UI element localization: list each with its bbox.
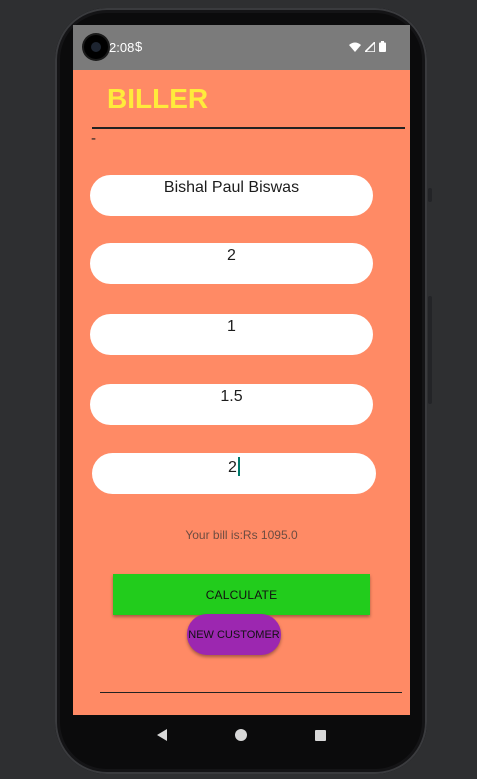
status-bar: 2:08 $ [73,25,410,70]
input-field-3[interactable]: 1 [90,314,373,355]
status-time: 2:08 [109,40,135,55]
input-field-2-value: 2 [227,247,236,264]
app-title: BILLER [107,83,209,114]
new-customer-button[interactable]: NEW CUSTOMER [187,614,281,655]
text-cursor [237,457,240,476]
input-field-5[interactable]: 2 [92,453,376,494]
signal-icon [365,41,375,52]
bottom-divider [100,692,402,693]
back-icon[interactable] [157,729,167,741]
input-field-3-value: 1 [227,318,236,335]
input-field-4[interactable]: 1.5 [90,384,373,425]
app-screen: 2:08 $ BILLER - Bishal Paul Biswas 2 1 1… [73,25,410,715]
calculate-button[interactable]: CALCULATE [113,574,370,615]
title-divider [92,127,405,129]
navigation-bar [73,715,410,755]
status-notification-icon: $ [135,39,143,54]
front-camera [84,35,108,59]
customer-name-field[interactable]: Bishal Paul Biswas [90,175,373,216]
recent-apps-icon[interactable] [315,729,326,741]
input-field-5-value: 2 [228,459,237,476]
bill-result-text: Your bill is:Rs 1095.0 [185,528,298,542]
home-icon[interactable] [235,729,247,741]
phone-side-button [428,188,432,202]
status-icons [349,41,386,52]
customer-name-value: Bishal Paul Biswas [163,179,300,196]
phone-volume-button [428,296,432,404]
wifi-icon [349,42,361,52]
battery-icon [379,41,386,52]
input-field-4-value: 1.5 [220,388,243,405]
header-dash: - [91,131,97,147]
input-field-2[interactable]: 2 [90,243,373,284]
